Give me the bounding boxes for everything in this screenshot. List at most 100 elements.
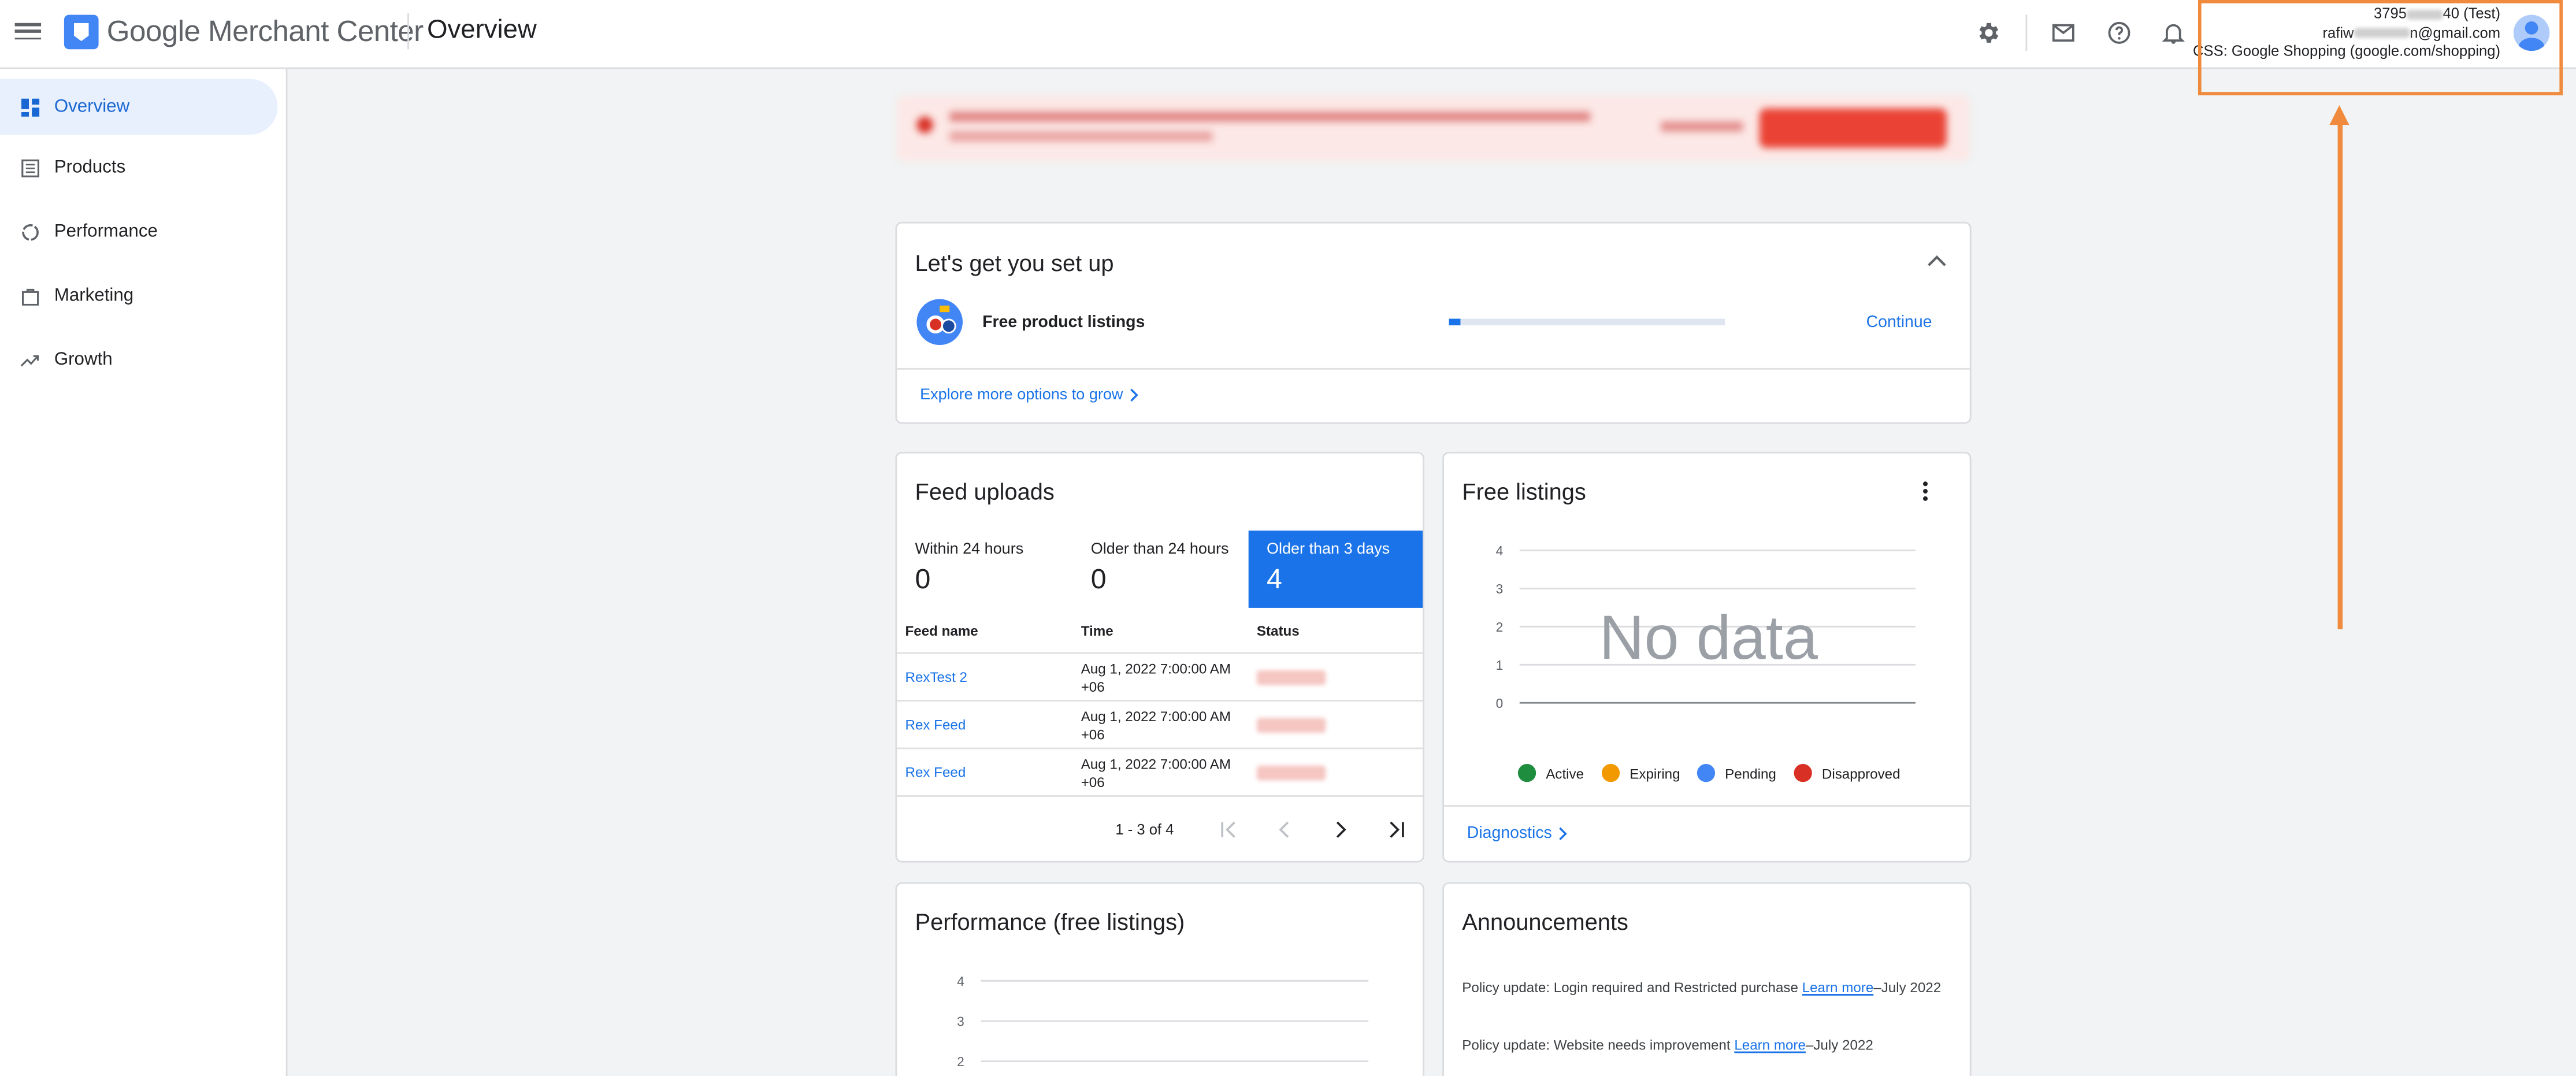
- fl-y-tick-label: 0: [1496, 696, 1504, 711]
- feed-time-tz: +06: [1081, 726, 1105, 743]
- donut-chart-icon: [20, 222, 39, 242]
- explore-more-link[interactable]: Explore more options to grow: [920, 386, 1139, 404]
- status-redacted: [1256, 670, 1326, 685]
- left-navigation: Overview Products Performance Marketing …: [0, 69, 288, 1076]
- perf-y-tick-label: 3: [957, 1014, 964, 1029]
- collapse-chevron-up-icon[interactable]: [1925, 250, 1951, 273]
- feed-time: Aug 1, 2022 7:00:00 AM +06: [1081, 756, 1231, 792]
- setup-title: Let's get you set up: [915, 250, 1114, 276]
- tab-label: Within 24 hours: [915, 540, 1024, 559]
- legend-item-pending: Pending: [1697, 763, 1776, 782]
- announcements-card: Announcements Policy update: Login requi…: [1442, 882, 1972, 1076]
- trending-up-icon: [20, 350, 39, 370]
- free-listings-title: Free listings: [1462, 478, 1586, 504]
- learn-more-link[interactable]: Learn more: [1802, 979, 1874, 995]
- setup-progress-track: [1449, 318, 1725, 325]
- sidebar-item-label: Growth: [54, 350, 113, 370]
- feed-name-link[interactable]: Rex Feed: [905, 764, 966, 782]
- pagination-range: 1 - 3 of 4: [1115, 821, 1174, 838]
- feed-name-link[interactable]: RexTest 2: [905, 669, 967, 687]
- status-redacted: [1256, 765, 1326, 781]
- annotation-arrow-head: [2329, 105, 2349, 125]
- sidebar-item-overview[interactable]: Overview: [0, 79, 278, 135]
- fl-y-tick-label: 4: [1496, 543, 1504, 558]
- feed-time-date: Aug 1, 2022 7:00:00 AM: [1081, 755, 1231, 773]
- tab-older-than-3-days[interactable]: Older than 3 days 4: [1248, 530, 1423, 608]
- sidebar-item-products[interactable]: Products: [0, 140, 277, 196]
- header-divider: [407, 13, 409, 50]
- row-divider: [897, 747, 1423, 750]
- dashboard-icon: [20, 97, 39, 117]
- diagnostics-label: Diagnostics: [1467, 825, 1552, 843]
- feed-name-link[interactable]: Rex Feed: [905, 717, 966, 734]
- perf-y-tick-label: 2: [957, 1054, 964, 1069]
- settings-gear-icon[interactable]: [1972, 16, 2005, 49]
- tab-label: Older than 24 hours: [1090, 540, 1229, 559]
- annotation-arrow-shaft: [2337, 118, 2342, 629]
- list-icon: [20, 158, 39, 177]
- perf-y-tick-label: 4: [957, 974, 964, 989]
- sidebar-item-label: Performance: [54, 221, 158, 242]
- fl-y-tick-label: 3: [1496, 581, 1504, 596]
- divider: [1443, 805, 1970, 807]
- setup-card: Let's get you set up Free product listin…: [895, 221, 1972, 424]
- diagnostics-link[interactable]: Diagnostics: [1467, 825, 1568, 843]
- feed-time-date: Aug 1, 2022 7:00:00 AM: [1081, 708, 1231, 725]
- feed-uploads-title: Feed uploads: [915, 478, 1055, 504]
- column-header-time: Time: [1081, 622, 1113, 639]
- row-divider: [897, 795, 1423, 797]
- explore-more-label: Explore more options to grow: [920, 386, 1123, 405]
- tab-within-24-hours[interactable]: Within 24 hours 0: [897, 530, 1072, 608]
- announcement-item: Policy update: Website needs improvement…: [1462, 1037, 1955, 1055]
- announcements-title: Announcements: [1462, 908, 1628, 935]
- sidebar-item-label: Products: [54, 157, 126, 178]
- setup-item-label: Free product listings: [982, 314, 1145, 332]
- tab-label: Older than 3 days: [1266, 540, 1390, 559]
- feed-time-tz: +06: [1081, 774, 1105, 791]
- column-header-status: Status: [1256, 622, 1300, 639]
- divider: [897, 368, 1970, 370]
- mail-icon[interactable]: [2047, 16, 2080, 49]
- header-icon-divider: [2025, 14, 2028, 51]
- chevron-right-icon: [1558, 827, 1567, 840]
- feed-time-date: Aug 1, 2022 7:00:00 AM: [1081, 660, 1231, 677]
- sidebar-item-marketing[interactable]: Marketing: [0, 268, 277, 324]
- announcement-date: –July 2022: [1805, 1036, 1873, 1053]
- feed-time: Aug 1, 2022 7:00:00 AM +06: [1081, 661, 1231, 697]
- sidebar-item-growth[interactable]: Growth: [0, 332, 277, 388]
- setup-progress-fill: [1449, 318, 1460, 325]
- performance-chart: 4 3 2: [957, 974, 1369, 1069]
- performance-card: Performance (free listings) 4 3 2: [895, 882, 1424, 1076]
- learn-more-link[interactable]: Learn more: [1734, 1037, 1806, 1053]
- last-page-icon[interactable]: [1385, 818, 1408, 841]
- alert-banner-redacted: [897, 95, 1970, 161]
- legend-dot-icon: [1697, 763, 1716, 782]
- announcement-item: Policy update: Login required and Restri…: [1462, 979, 1955, 997]
- legend-label: Pending: [1725, 765, 1776, 781]
- legend-label: Expiring: [1630, 765, 1680, 781]
- chevron-right-icon: [1129, 388, 1138, 402]
- legend-item-expiring: Expiring: [1601, 763, 1680, 782]
- continue-button[interactable]: Continue: [1866, 314, 1932, 332]
- tab-older-than-24-hours[interactable]: Older than 24 hours 0: [1072, 530, 1248, 608]
- hamburger-menu-icon[interactable]: [14, 20, 42, 43]
- performance-title: Performance (free listings): [915, 908, 1185, 935]
- notifications-bell-icon[interactable]: [2157, 16, 2190, 49]
- legend-item-disapproved: Disapproved: [1794, 763, 1901, 782]
- legend-dot-icon: [1601, 763, 1620, 782]
- tab-count: 0: [1090, 563, 1107, 595]
- sidebar-item-performance[interactable]: Performance: [0, 204, 277, 260]
- legend-dot-icon: [1794, 763, 1812, 782]
- help-icon[interactable]: [2103, 16, 2136, 49]
- previous-page-icon[interactable]: [1273, 818, 1296, 841]
- annotation-highlight-box: [2198, 0, 2563, 95]
- tab-count: 4: [1266, 563, 1282, 595]
- feed-uploads-card: Feed uploads Within 24 hours 0 Older tha…: [895, 451, 1424, 863]
- announcement-date: –July 2022: [1873, 979, 1942, 996]
- sidebar-item-label: Overview: [54, 97, 130, 117]
- first-page-icon[interactable]: [1218, 818, 1241, 841]
- more-vert-icon[interactable]: [1917, 480, 1933, 503]
- next-page-icon[interactable]: [1329, 818, 1352, 841]
- announcement-text: Policy update: Website needs improvement: [1462, 1036, 1735, 1053]
- announcement-text: Policy update: Login required and Restri…: [1462, 979, 1802, 996]
